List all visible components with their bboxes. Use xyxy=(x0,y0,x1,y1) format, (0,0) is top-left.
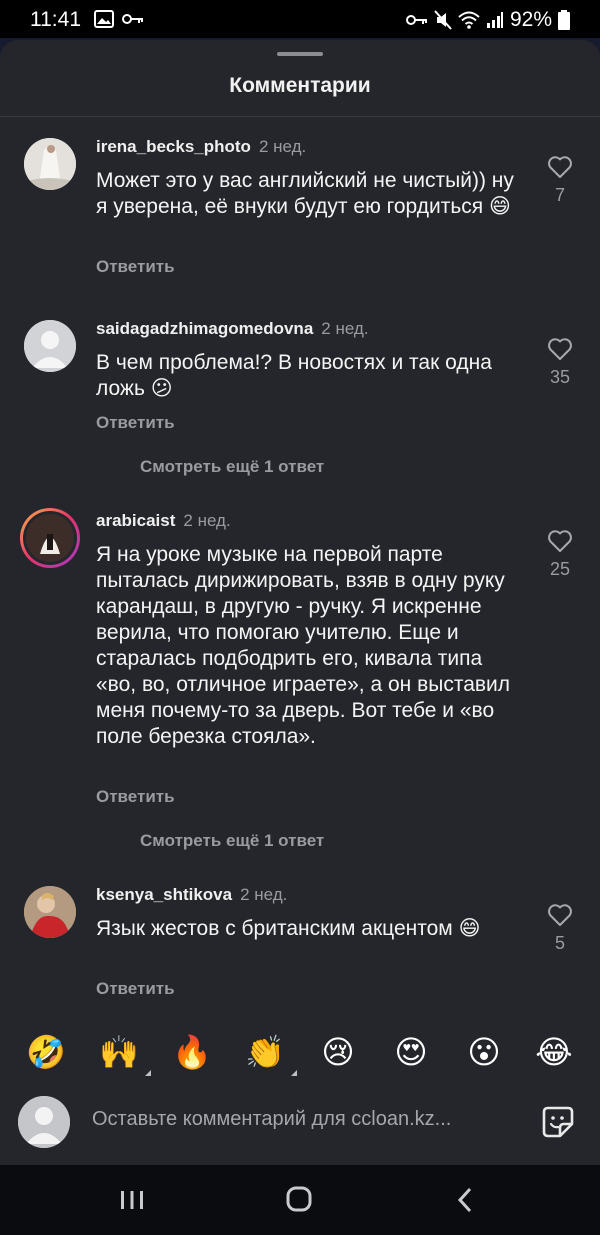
reply-button[interactable]: Ответить xyxy=(96,979,175,999)
comment-text: В чем проблема!? В новостях и так одна л… xyxy=(96,351,492,400)
like-button[interactable]: 7 xyxy=(540,155,580,206)
like-button[interactable]: 35 xyxy=(540,337,580,388)
comment-time: 2 нед. xyxy=(258,137,307,156)
clapping-emoji-icon[interactable]: 👏 xyxy=(243,1030,297,1076)
page-title: Комментарии xyxy=(229,74,371,97)
comment-text: Может это у вас английский не чистый)) н… xyxy=(96,169,514,218)
status-bar: 11:41 92% xyxy=(0,0,600,38)
comment-input[interactable]: Оставьте комментарий для ccloan.kz... xyxy=(92,1108,512,1131)
sticker-icon[interactable] xyxy=(540,1104,576,1140)
back-icon[interactable] xyxy=(446,1185,486,1215)
view-more-replies-button[interactable]: Смотреть ещё 1 ответ xyxy=(140,831,324,851)
comment-username[interactable]: arabicaist xyxy=(96,511,175,530)
like-count: 5 xyxy=(554,933,565,953)
surprised-emoji-icon[interactable]: 😮 xyxy=(462,1030,506,1074)
like-count: 7 xyxy=(554,185,565,205)
heart-icon[interactable] xyxy=(547,155,573,179)
view-more-replies-button[interactable]: Смотреть ещё 1 ответ xyxy=(140,457,324,477)
battery-percent: 92% xyxy=(509,8,552,31)
comment-username[interactable]: saidagadzhimagomedovna xyxy=(96,319,313,338)
comment-username[interactable]: irena_becks_photo xyxy=(96,137,251,156)
key-icon xyxy=(122,14,143,24)
like-button[interactable]: 5 xyxy=(540,903,580,954)
avatar[interactable] xyxy=(20,508,80,568)
status-time: 11:41 xyxy=(30,8,81,31)
crying-emoji-icon[interactable]: 😢 xyxy=(316,1030,360,1074)
reply-button[interactable]: Ответить xyxy=(96,787,175,807)
rofl-emoji-icon[interactable]: 🤣 xyxy=(24,1030,68,1074)
confused-emoji-icon: 😕 xyxy=(150,377,173,400)
emoji-reaction-bar: 🤣 🙌 🔥 👏 😢 😍 😮 😂 xyxy=(0,1030,600,1085)
recent-apps-icon[interactable] xyxy=(112,1185,152,1215)
avatar[interactable] xyxy=(24,138,76,190)
signal-icon xyxy=(486,12,503,28)
comment-text: Язык жестов с британским акцентом 😄 xyxy=(96,917,481,940)
heart-icon[interactable] xyxy=(547,903,573,927)
gallery-icon xyxy=(94,10,114,28)
comment-text: Я на уроке музыке на первой парте пытала… xyxy=(96,543,511,748)
reply-button[interactable]: Ответить xyxy=(96,413,175,433)
comment-username[interactable]: ksenya_shtikova xyxy=(96,885,232,904)
reply-button[interactable]: Ответить xyxy=(96,257,175,277)
tears-of-joy-emoji-icon[interactable]: 😂 xyxy=(532,1030,576,1074)
like-count: 35 xyxy=(549,367,571,387)
heart-eyes-emoji-icon[interactable]: 😍 xyxy=(389,1030,433,1074)
battery-icon xyxy=(558,10,570,30)
avatar[interactable] xyxy=(24,320,76,372)
heart-icon[interactable] xyxy=(547,337,573,361)
avatar xyxy=(18,1096,70,1148)
like-button[interactable]: 25 xyxy=(540,529,580,580)
drag-handle[interactable] xyxy=(277,52,323,56)
heart-icon[interactable] xyxy=(547,529,573,553)
avatar[interactable] xyxy=(24,886,76,938)
wifi-icon xyxy=(458,11,480,29)
fire-emoji-icon[interactable]: 🔥 xyxy=(170,1030,214,1074)
key-icon xyxy=(405,15,427,25)
raising-hands-emoji-icon[interactable]: 🙌 xyxy=(97,1030,151,1076)
grinning-emoji-icon: 😄 xyxy=(488,195,511,218)
comment-input-row: Оставьте комментарий для ccloan.kz... xyxy=(0,1090,600,1156)
home-icon[interactable] xyxy=(279,1185,319,1215)
grinning-emoji-icon: 😄 xyxy=(458,917,481,940)
comment-time: 2 нед. xyxy=(240,885,288,904)
mute-icon xyxy=(434,10,452,30)
comment-time: 2 нед. xyxy=(321,319,369,338)
navigation-bar xyxy=(0,1165,600,1235)
comment-time: 2 нед. xyxy=(183,511,231,530)
divider xyxy=(0,116,600,117)
like-count: 25 xyxy=(549,559,571,579)
